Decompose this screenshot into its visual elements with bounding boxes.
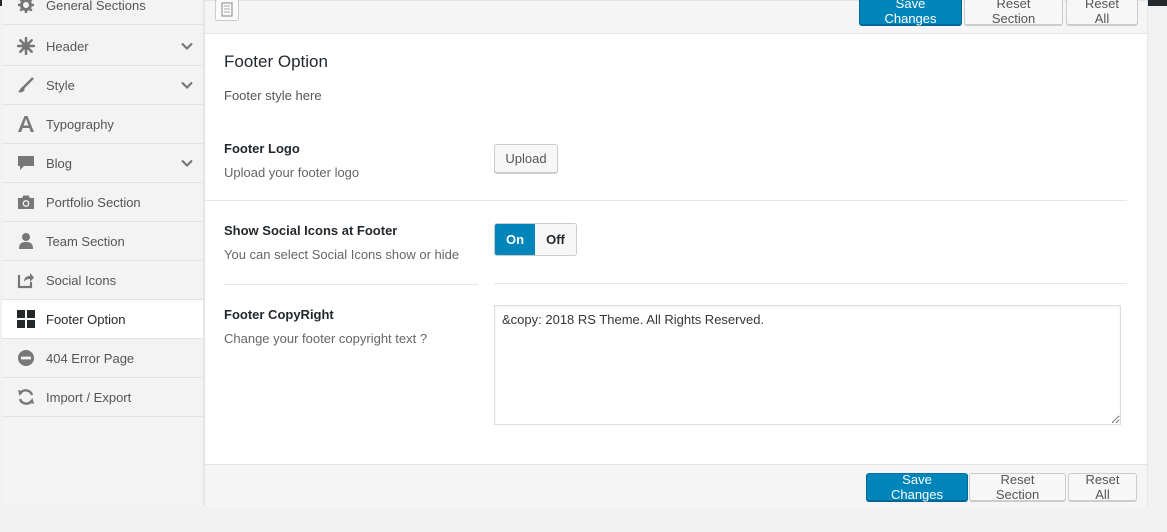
- sidebar-item-social-icons[interactable]: Social Icons: [2, 261, 203, 300]
- typography-icon: [16, 114, 36, 134]
- footer-logo-description: Upload your footer logo: [224, 165, 360, 180]
- divider: [205, 200, 1127, 201]
- comment-icon: [16, 153, 36, 173]
- sidebar-item-label: 404 Error Page: [46, 350, 135, 366]
- sidebar-item-import-export[interactable]: Import / Export: [2, 378, 203, 417]
- chevron-down-icon: [181, 39, 193, 54]
- divider: [494, 283, 1127, 284]
- sidebar-item-label: General Sections: [46, 0, 146, 13]
- social-icons-label: Show Social Icons at Footer: [224, 223, 398, 238]
- sidebar-item-label: Portfolio Section: [46, 194, 141, 210]
- footer-copyright-label: Footer CopyRight: [224, 307, 334, 322]
- sidebar-item-general-sections[interactable]: General Sections: [2, 0, 203, 25]
- chevron-down-icon: [181, 78, 193, 93]
- reset-all-button-bottom[interactable]: Reset All: [1068, 472, 1137, 502]
- sidebar-item-label: Typography: [46, 116, 114, 132]
- footer-copyright-description: Change your footer copyright text ?: [224, 331, 428, 346]
- top-toolbar: Save Changes Reset Section Reset All: [205, 0, 1147, 34]
- sidebar-item-portfolio-section[interactable]: Portfolio Section: [2, 183, 203, 222]
- camera-icon: [16, 192, 36, 212]
- save-button-bottom[interactable]: Save Changes: [866, 472, 968, 502]
- divider: [224, 284, 478, 285]
- share-icon: [16, 270, 36, 290]
- toggle-on-button[interactable]: On: [495, 224, 535, 255]
- footer-logo-label: Footer Logo: [224, 141, 300, 156]
- reset-section-button-bottom[interactable]: Reset Section: [969, 472, 1066, 502]
- brush-icon: [16, 75, 36, 95]
- user-icon: [16, 231, 36, 251]
- social-icons-description: You can select Social Icons show or hide: [224, 247, 460, 262]
- grid-icon: [16, 309, 36, 329]
- sidebar-item-team-section[interactable]: Team Section: [2, 222, 203, 261]
- sidebar-item-label: Team Section: [46, 233, 125, 249]
- refresh-icon: [16, 387, 36, 407]
- upload-button[interactable]: Upload: [494, 144, 558, 173]
- sidebar-item-label: Blog: [46, 155, 73, 171]
- sidebar-item-404-error-page[interactable]: 404 Error Page: [2, 339, 203, 378]
- page-title: Footer Option: [224, 52, 328, 71]
- sidebar-item-label: Import / Export: [46, 389, 132, 405]
- sidebar-item-blog[interactable]: Blog: [2, 144, 203, 183]
- sidebar-item-label: Footer Option: [46, 311, 126, 327]
- reset-section-button[interactable]: Reset Section: [964, 0, 1063, 26]
- sidebar-item-typography[interactable]: Typography: [2, 105, 203, 144]
- options-sidebar: General Sections Header Style Typography…: [2, 0, 204, 506]
- document-icon: [215, 0, 239, 21]
- options-main-panel: Save Changes Reset Section Reset All Foo…: [204, 0, 1148, 507]
- sidebar-item-style[interactable]: Style: [2, 66, 203, 105]
- bottom-toolbar: Save Changes Reset Section Reset All: [205, 464, 1147, 507]
- sidebar-item-footer-option[interactable]: Footer Option: [2, 300, 203, 339]
- section-description: Footer style here: [224, 88, 322, 103]
- copyright-textarea[interactable]: &copy: 2018 RS Theme. All Rights Reserve…: [494, 305, 1121, 425]
- burst-icon: [16, 36, 36, 56]
- social-icons-toggle[interactable]: On Off: [494, 223, 577, 256]
- minus-circle-icon: [16, 348, 36, 368]
- gear-icon: [16, 0, 36, 15]
- sidebar-item-label: Style: [46, 77, 75, 93]
- sidebar-item-header[interactable]: Header: [2, 27, 203, 66]
- toggle-off-button[interactable]: Off: [535, 224, 576, 255]
- save-button[interactable]: Save Changes: [859, 0, 962, 26]
- sidebar-item-label: Header: [46, 38, 89, 54]
- chevron-down-icon: [181, 156, 193, 171]
- reset-all-button[interactable]: Reset All: [1066, 0, 1138, 26]
- sidebar-item-label: Social Icons: [46, 272, 117, 288]
